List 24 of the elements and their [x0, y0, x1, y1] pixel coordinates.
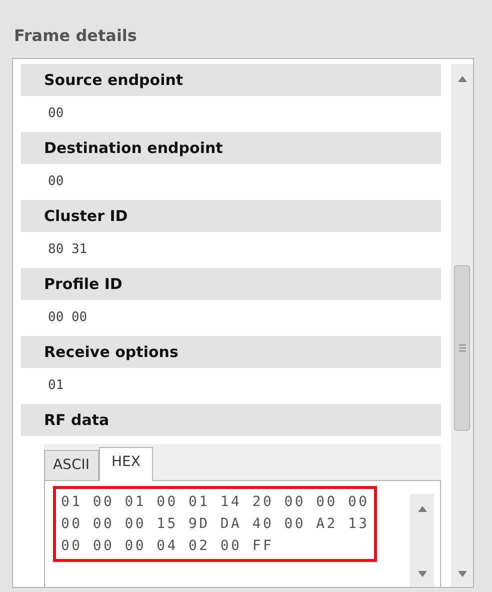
hex-data-text: 01 00 01 00 01 14 20 00 00 00 00 00 00 15 9D DA 40 00 A2 13 00 00 00 04 02 00 FF	[53, 486, 378, 562]
field-value: 00 00	[47, 309, 88, 328]
section-title: Frame details	[13, 25, 138, 47]
tab[interactable]: HEX	[98, 447, 154, 481]
hex-text-area[interactable]: 01 00 01 00 01 14 20 00 00 00 00 00 00 15 9D DA 40 00 A2 13 00 00 00 04 02 00 FF	[44, 480, 441, 587]
field-value: 80 31	[47, 241, 88, 260]
field-header: RF data	[21, 404, 441, 436]
scroll-down-icon[interactable]	[418, 571, 426, 577]
scrollbar[interactable]	[410, 494, 434, 587]
tab[interactable]: ASCII	[44, 450, 98, 480]
scroll-up-icon[interactable]	[458, 76, 466, 82]
field-value: 00	[47, 173, 65, 192]
scrollbar[interactable]	[451, 64, 473, 587]
field-header: Cluster ID	[21, 200, 441, 232]
field-header: Source endpoint	[21, 64, 441, 96]
field-header: Receive options	[21, 336, 441, 368]
grip-icon	[458, 344, 466, 352]
scroll-up-icon[interactable]	[418, 506, 426, 512]
scrollbar-thumb[interactable]	[454, 265, 470, 431]
scroll-down-icon[interactable]	[458, 571, 466, 577]
field-value: 00	[47, 105, 65, 124]
field-header: Profile ID	[21, 268, 441, 300]
field-value: 01	[47, 377, 65, 396]
field-header: Destination endpoint	[21, 132, 441, 164]
